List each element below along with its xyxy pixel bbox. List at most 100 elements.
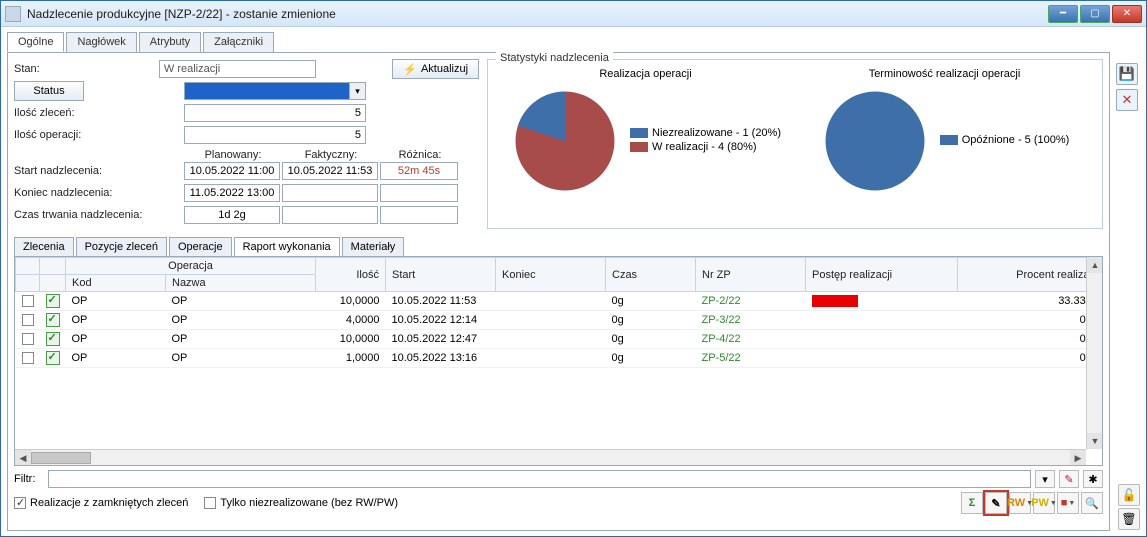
minimize-button[interactable]: ━ [1048,5,1078,23]
edit-button[interactable]: ✎ [985,492,1007,514]
col-nazwa[interactable]: Nazwa [166,275,316,292]
ilosc-zlecen-value: 5 [184,104,366,122]
titlebar: Nadzlecenie produkcyjne [NZP-2/22] - zos… [1,1,1146,27]
col-koniec[interactable]: Koniec [496,258,606,292]
subtab-materialy[interactable]: Materiały [342,237,405,256]
save-icon-button[interactable]: 💾 [1116,63,1138,85]
start-label: Start nadzlecenia: [14,165,184,177]
scroll-left-icon[interactable]: ◀ [15,450,31,466]
scroll-right-icon[interactable]: ▶ [1070,450,1086,466]
col-planowany: Planowany: [184,149,282,161]
subtab-operacje[interactable]: Operacje [169,237,232,256]
row-checkbox[interactable] [22,314,34,326]
col-start[interactable]: Start [386,258,496,292]
subtab-zlecenia[interactable]: Zlecenia [14,237,74,256]
tab-atrybuty[interactable]: Atrybuty [139,32,201,52]
cell-nrzp: ZP-5/22 [696,349,806,368]
table-row[interactable]: OPOP10,000010.05.2022 12:470gZP-4/220% [16,330,1102,349]
col-kod[interactable]: Kod [66,275,166,292]
cell-czas: 0g [606,330,696,349]
legend1b: W realizacji - 4 (80%) [652,141,757,153]
status-tick-icon [46,294,60,308]
koniec-fakt [282,184,378,202]
cell-czas: 0g [606,349,696,368]
filter-edit-button[interactable]: ✎ [1059,470,1079,488]
cell-nazwa: OP [166,292,316,311]
cell-procent: 0% [958,330,1102,349]
lock-icon-button[interactable]: 🔓 [1118,484,1140,506]
stats-group: Statystyki nadzlecenia Realizacja operac… [487,59,1103,229]
cell-kod: OP [66,292,166,311]
sub-tabs: Zlecenia Pozycje zleceń Operacje Raport … [14,237,1103,256]
cb-niezrealizowane[interactable]: Tylko niezrealizowane (bez RW/PW) [204,497,398,509]
filter-input[interactable] [48,470,1031,488]
cell-kod: OP [66,311,166,330]
col-procent[interactable]: Procent realizac [958,258,1102,292]
maximize-button[interactable]: ▢ [1080,5,1110,23]
cell-czas: 0g [606,292,696,311]
col-ilosc[interactable]: Ilość [316,258,386,292]
main-tabs: Ogólne Nagłówek Atrybuty Załączniki [7,32,1110,53]
zoom-button[interactable]: 🔍 [1081,492,1103,514]
tab-ogolne[interactable]: Ogólne [7,32,64,52]
horizontal-scrollbar[interactable]: ◀ ▶ [15,449,1086,465]
col-faktyczny: Faktyczny: [282,149,380,161]
scroll-up-icon[interactable]: ▲ [1087,257,1103,273]
col-postep[interactable]: Postęp realizacji [806,258,958,292]
status-tick-icon [46,351,60,365]
row-checkbox[interactable] [22,333,34,345]
subtab-pozycje[interactable]: Pozycje zleceń [76,237,167,256]
stop-button[interactable]: ■▼ [1057,492,1079,514]
rw-button[interactable]: RW▼ [1009,492,1031,514]
cell-ilosc: 1,0000 [316,349,386,368]
cell-nrzp: ZP-2/22 [696,292,806,311]
cell-nrzp: ZP-3/22 [696,311,806,330]
status-select[interactable]: ▾ [184,82,366,100]
cb-zamkniete[interactable]: ✓ Realizacje z zamkniętych zleceń [14,497,188,509]
tab-naglowek[interactable]: Nagłówek [66,32,136,52]
table-row[interactable]: OPOP4,000010.05.2022 12:140gZP-3/220% [16,311,1102,330]
cancel-icon-button[interactable]: ✕ [1116,89,1138,111]
stan-value: W realizacji [159,60,316,78]
koniec-plan[interactable]: 11.05.2022 13:00 [184,184,280,202]
vertical-scrollbar[interactable]: ▲ ▼ [1086,257,1102,449]
chart1-title: Realizacja operacji [599,68,691,80]
tab-body: Stan: W realizacji ⚡Aktualizuj Status ▾ [7,52,1110,531]
grid-toolbar: Σ ✎ RW▼ PW▼ ■▼ 🔍 [961,492,1103,514]
legend1a: Niezrealizowane - 1 (20%) [652,127,781,139]
col-group-operacja[interactable]: Operacja [66,258,316,275]
row-checkbox[interactable] [22,352,34,364]
subtab-raport[interactable]: Raport wykonania [234,237,340,256]
stan-label: Stan: [14,63,159,75]
filter-dropdown-button[interactable]: ▾ [1035,470,1055,488]
cell-koniec [496,292,606,311]
trash-icon-button[interactable]: 🗑 [1118,508,1140,530]
cell-ilosc: 10,0000 [316,330,386,349]
col-nrzp[interactable]: Nr ZP [696,258,806,292]
row-checkbox[interactable] [22,295,34,307]
pie-chart-realizacja [510,86,620,196]
sum-button[interactable]: Σ [961,492,983,514]
cell-start: 10.05.2022 12:14 [386,311,496,330]
aktualizuj-button[interactable]: ⚡Aktualizuj [392,59,479,79]
cell-postep [806,330,958,349]
cell-start: 10.05.2022 11:53 [386,292,496,311]
filter-clear-button[interactable]: ✱ [1083,470,1103,488]
pw-button[interactable]: PW▼ [1033,492,1055,514]
scroll-thumb[interactable] [31,452,91,464]
col-czas[interactable]: Czas [606,258,696,292]
tab-zalaczniki[interactable]: Załączniki [203,32,274,52]
close-button[interactable]: ✕ [1112,5,1142,23]
start-fakt: 10.05.2022 11:53 [282,162,378,180]
start-plan[interactable]: 10.05.2022 11:00 [184,162,280,180]
cell-procent: 33.33% [958,292,1102,311]
table-row[interactable]: OPOP1,000010.05.2022 13:160gZP-5/220% [16,349,1102,368]
status-button[interactable]: Status [14,81,84,101]
cell-procent: 0% [958,311,1102,330]
ilosc-operacji-label: Ilość operacji: [14,129,184,141]
table-row[interactable]: OPOP10,000010.05.2022 11:530gZP-2/2233.3… [16,292,1102,311]
koniec-diff [380,184,458,202]
cell-koniec [496,349,606,368]
scroll-down-icon[interactable]: ▼ [1087,433,1103,449]
pie-chart-terminowosc [820,86,930,196]
